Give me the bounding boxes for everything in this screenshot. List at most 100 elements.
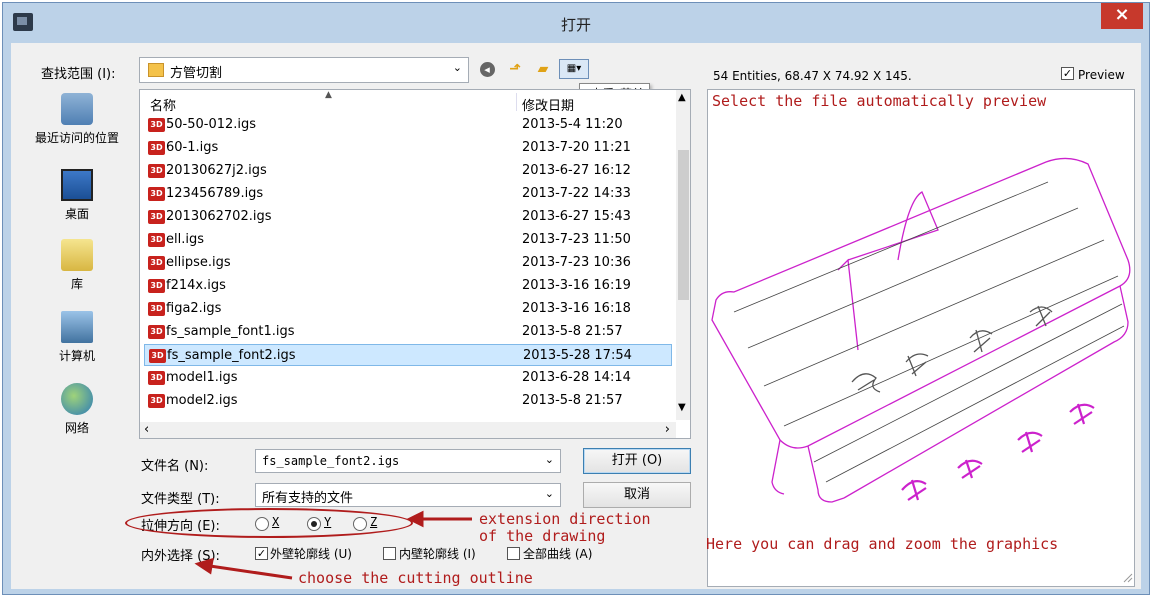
file-name: figa2.igs <box>166 301 222 316</box>
dialog-window: 打开 × 查找范围 (I): 方管切割 ⌄ ◂ ⬏ ▰ ▦▾ "查看"菜单 最近… <box>2 2 1150 595</box>
place-label: 桌面 <box>64 207 89 221</box>
file-row[interactable]: 3D ellipse.igs 2013-7-23 10:36 <box>144 252 672 274</box>
file-row[interactable]: 3D fs_sample_font2.igs 2013-5-28 17:54 <box>144 344 672 366</box>
filetype-label: 文件类型 (T): <box>141 492 220 507</box>
column-header-date[interactable]: 修改日期 <box>522 95 574 114</box>
filetype-select[interactable]: 所有支持的文件 ⌄ <box>255 483 561 507</box>
file-row[interactable]: 3D ell.igs 2013-7-23 11:50 <box>144 229 672 251</box>
libraries-icon <box>61 239 93 271</box>
engraved-text-magenta <box>901 403 1095 501</box>
checkbox-label-outer[interactable]: 外壁轮廓线 (U) <box>270 545 352 562</box>
file-name: ell.igs <box>166 232 204 247</box>
close-button[interactable]: × <box>1101 3 1143 29</box>
scroll-thumb[interactable] <box>678 150 689 300</box>
filename-input[interactable]: fs_sample_font2.igs ⌄ <box>255 449 561 473</box>
back-arrow-icon: ◂ <box>479 62 495 77</box>
place-label: 最近访问的位置 <box>34 131 119 145</box>
dialog-client: 查找范围 (I): 方管切割 ⌄ ◂ ⬏ ▰ ▦▾ "查看"菜单 最近访问的位置… <box>11 43 1141 589</box>
list-header: 名称 ▲ 修改日期 <box>140 90 676 114</box>
checkbox-label-all[interactable]: 全部曲线 (A) <box>523 545 592 562</box>
place-desktop[interactable]: 桌面 <box>23 169 131 222</box>
annotation-drag-note: Here you can drag and zoom the graphics <box>706 535 1059 553</box>
chevron-down-icon[interactable]: ⌄ <box>453 61 462 74</box>
igs-file-icon: 3D <box>148 210 165 224</box>
vertical-scrollbar[interactable]: ▲ ▼ <box>676 90 690 420</box>
file-row[interactable]: 3D model1.igs 2013-6-28 14:14 <box>144 367 672 389</box>
tube-cut-edge <box>837 258 859 351</box>
glyph <box>1069 403 1095 425</box>
file-row[interactable]: 3D f214x.igs 2013-3-16 16:19 <box>144 275 672 297</box>
preview-pane[interactable] <box>707 89 1135 587</box>
title-bar[interactable]: 打开 × <box>3 3 1149 43</box>
file-date: 2013-7-23 10:36 <box>522 255 631 270</box>
file-row[interactable]: 3D 60-1.igs 2013-7-20 11:21 <box>144 137 672 159</box>
tube-line <box>747 207 1079 349</box>
file-name: 60-1.igs <box>166 140 219 155</box>
igs-file-icon: 3D <box>148 279 165 293</box>
file-date: 2013-3-16 16:19 <box>522 278 631 293</box>
up-folder-button[interactable]: ⬏ <box>505 59 525 79</box>
file-name: model2.igs <box>166 393 238 408</box>
tube-line <box>783 275 1119 427</box>
igs-file-icon: 3D <box>148 233 165 247</box>
desktop-icon <box>61 169 93 201</box>
preview-model-drawing[interactable] <box>708 90 1135 587</box>
file-list[interactable]: 名称 ▲ 修改日期 3D 50-50-012.igs 2013-5-4 11:20 3… <box>139 89 691 439</box>
place-recent[interactable]: 最近访问的位置 <box>23 93 131 146</box>
igs-file-icon: 3D <box>148 371 165 385</box>
checkbox-inner-outline[interactable] <box>383 547 396 560</box>
cancel-button[interactable]: 取消 <box>583 482 691 508</box>
window-title: 打开 <box>560 16 591 34</box>
file-row[interactable]: 3D figa2.igs 2013-3-16 16:18 <box>144 298 672 320</box>
place-network[interactable]: 网络 <box>23 383 131 436</box>
checkbox-label-inner[interactable]: 内壁轮廓线 (I) <box>399 545 476 562</box>
chevron-down-icon[interactable]: ⌄ <box>545 487 554 500</box>
file-date: 2013-6-27 15:43 <box>522 209 631 224</box>
scroll-right-icon[interactable]: › <box>665 422 670 437</box>
scroll-down-icon[interactable]: ▼ <box>678 402 686 413</box>
up-arrow-icon: ⬏ <box>509 61 521 77</box>
file-date: 2013-3-16 16:18 <box>522 301 631 316</box>
glyph <box>905 353 929 377</box>
file-row[interactable]: 3D 20130627j2.igs 2013-6-27 16:12 <box>144 160 672 182</box>
annotation-extension-note: extension direction of the drawing <box>479 510 651 545</box>
place-libraries[interactable]: 库 <box>23 239 131 292</box>
file-name: f214x.igs <box>166 278 226 293</box>
igs-file-icon: 3D <box>148 325 165 339</box>
checkbox-all-curves[interactable] <box>507 547 520 560</box>
tube-profile <box>711 157 1131 449</box>
file-date: 2013-7-20 11:21 <box>522 140 631 155</box>
scroll-up-icon[interactable]: ▲ <box>678 92 686 103</box>
file-row[interactable]: 3D 123456789.igs 2013-7-22 14:33 <box>144 183 672 205</box>
tube-line <box>733 181 1049 313</box>
preview-checkbox[interactable]: ✓ <box>1061 67 1074 80</box>
place-computer[interactable]: 计算机 <box>23 311 131 364</box>
file-row[interactable]: 3D 2013062702.igs 2013-6-27 15:43 <box>144 206 672 228</box>
view-grid-icon: ▦▾ <box>566 63 582 74</box>
look-in-combo[interactable]: 方管切割 ⌄ <box>139 57 469 83</box>
checkbox-outer-outline[interactable]: ✓ <box>255 547 268 560</box>
file-row[interactable]: 3D model2.igs 2013-5-8 21:57 <box>144 390 672 412</box>
horizontal-scrollbar[interactable]: ‹ › <box>140 422 676 438</box>
filename-value: fs_sample_font2.igs <box>262 454 400 468</box>
file-row[interactable]: 3D fs_sample_font1.igs 2013-5-8 21:57 <box>144 321 672 343</box>
folder-icon <box>148 63 164 77</box>
chevron-down-icon[interactable]: ⌄ <box>545 453 554 466</box>
open-button[interactable]: 打开 (O) <box>583 448 691 474</box>
igs-file-icon: 3D <box>148 302 165 316</box>
file-date: 2013-7-22 14:33 <box>522 186 631 201</box>
file-date: 2013-7-23 11:50 <box>522 232 631 247</box>
file-row[interactable]: 3D 50-50-012.igs 2013-5-4 11:20 <box>144 114 672 136</box>
column-divider[interactable] <box>516 93 517 111</box>
new-folder-button[interactable]: ▰ <box>533 59 553 79</box>
back-button[interactable]: ◂ <box>477 59 497 79</box>
resize-grip-icon[interactable] <box>1123 573 1133 583</box>
file-name: 20130627j2.igs <box>166 163 267 178</box>
scroll-left-icon[interactable]: ‹ <box>144 422 149 437</box>
view-menu-button[interactable]: ▦▾ <box>559 59 589 79</box>
file-date: 2013-5-28 17:54 <box>523 348 632 363</box>
igs-file-icon: 3D <box>148 118 165 132</box>
column-header-name[interactable]: 名称 <box>150 95 176 114</box>
preview-checkbox-label[interactable]: Preview <box>1078 68 1125 82</box>
computer-icon <box>61 311 93 343</box>
